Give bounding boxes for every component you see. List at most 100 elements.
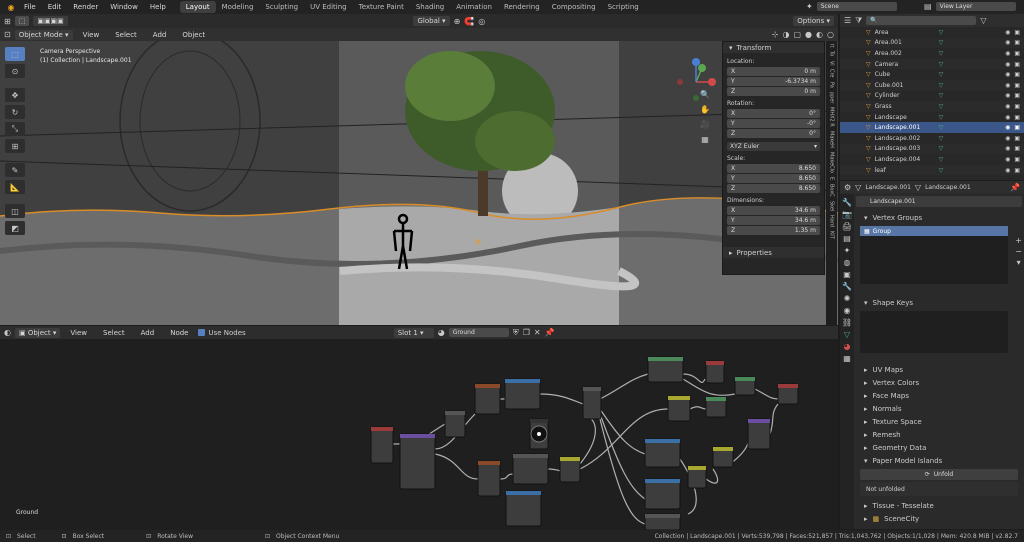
sidebar-tab[interactable]: Vi [828,60,836,67]
shader-node[interactable] [474,383,501,415]
properties-panel-header[interactable]: ▸ Properties [723,247,824,258]
physics-tab-icon[interactable]: ◉ [844,306,851,315]
visibility-eye-icon[interactable]: ◉ [1005,71,1010,78]
select-tool-icon[interactable]: ⬚ [14,16,30,26]
editor-type-3d-icon[interactable]: ⊡ [4,30,11,39]
outliner-item[interactable]: ▽ Landscape.002 ▽ ◉ ▣ [840,133,1024,144]
object-mode-dropdown[interactable]: Object Mode ▾ [14,29,73,40]
render-tab-icon[interactable]: 📷 [842,210,852,219]
modifier-tab-icon[interactable]: 🔧 [842,282,852,291]
node-menu-select[interactable]: Select [97,329,131,337]
shader-type-dropdown[interactable]: ▣ Object ▾ [14,327,61,338]
section-remesh[interactable]: ▸ Remesh [856,428,1022,441]
sidebar-tab[interactable]: It [828,43,836,48]
visibility-eye-icon[interactable]: ◉ [1005,61,1010,68]
tab-compositing[interactable]: Compositing [546,1,602,13]
scale-tool-icon[interactable]: ⤡ [5,122,25,136]
section-face-maps[interactable]: ▸ Face Maps [856,389,1022,402]
scene-selector[interactable]: ✦ Scene [806,2,897,11]
menu-file[interactable]: File [18,3,42,11]
world-tab-icon[interactable]: ◍ [844,258,851,267]
use-nodes-checkbox[interactable] [198,329,206,336]
blender-logo-icon[interactable]: ◉ [4,3,18,12]
unlink-material-icon[interactable]: ✕ [534,328,541,337]
view-layer-field[interactable]: View Layer [935,2,1016,11]
tab-texture-paint[interactable]: Texture Paint [353,1,410,13]
outliner-search-input[interactable]: 🔍 [866,16,977,25]
outliner-editor-icon[interactable]: ☰ [844,16,851,25]
outliner-item[interactable]: ▽ leaf ▽ ◉ ▣ [840,164,1024,176]
rotation-y-field[interactable]: Y -0° [727,119,820,128]
shader-node[interactable] [644,478,681,510]
visibility-eye-icon[interactable]: ◉ [1005,39,1010,46]
duplicate-material-icon[interactable]: ❐ [523,328,530,337]
proportional-edit-icon[interactable]: ◎ [478,17,485,26]
tool-tab-icon[interactable]: 🔧 [842,198,852,207]
scale-z-field[interactable]: Z 8.650 [727,184,820,193]
node-menu-add[interactable]: Add [135,329,161,337]
section-normals[interactable]: ▸ Normals [856,402,1022,415]
camera-view-icon[interactable]: 🎥 [700,120,710,129]
visibility-eye-icon[interactable]: ◉ [1005,103,1010,110]
visibility-eye-icon[interactable]: ◉ [1005,50,1010,57]
render-camera-icon[interactable]: ▣ [1014,135,1024,142]
measure-tool-icon[interactable]: 📐 [5,180,25,194]
select-box-tool-icon[interactable]: ⬚ [5,47,25,61]
particles-tab-icon[interactable]: ✺ [844,294,851,303]
pin-icon[interactable]: 📌 [545,328,555,337]
section-vertex-colors[interactable]: ▸ Vertex Colors [856,376,1022,389]
sidebar-tab[interactable]: KIT [828,230,836,240]
viewport-menu-object[interactable]: Object [176,31,211,39]
annotate-tool-icon[interactable]: ✎ [5,163,25,177]
location-y-field[interactable]: Y -6.3734 m [727,77,820,86]
tab-modeling[interactable]: Modeling [216,1,260,13]
material-name-field[interactable]: Ground [448,328,509,337]
shader-node[interactable] [477,460,501,497]
scale-x-field[interactable]: X 8.650 [727,164,820,173]
dimensions-z-field[interactable]: Z 1.35 m [727,226,820,235]
snap-icon[interactable]: 🧲 [464,17,474,26]
pin-icon[interactable]: 📌 [1010,183,1020,192]
render-camera-icon[interactable]: ▣ [1014,124,1024,131]
sidebar-tab[interactable]: MakeClo [828,151,836,174]
editor-type-icon[interactable]: ⊞ [4,17,11,26]
shading-solid-icon[interactable]: ● [805,30,812,39]
use-nodes-toggle[interactable]: Use Nodes [198,329,246,337]
location-z-field[interactable]: Z 0 m [727,87,820,96]
outliner-item[interactable]: ▽ Area ▽ ◉ ▣ [840,27,1024,38]
shader-node[interactable] [370,426,394,464]
sidebar-tab[interactable]: BoxC [828,183,836,198]
shape-keys-header[interactable]: ▾ Shape Keys [856,296,1022,309]
render-camera-icon[interactable]: ▣ [1014,61,1024,68]
menu-window[interactable]: Window [104,3,144,11]
render-camera-icon[interactable]: ▣ [1014,39,1024,46]
sidebar-tab[interactable]: Pa [828,81,836,89]
vertex-groups-header[interactable]: ▾ Vertex Groups [856,211,1022,224]
outliner-item[interactable]: ▽ Landscape.003 ▽ ◉ ▣ [840,143,1024,155]
sidebar-tab[interactable]: To [828,50,836,57]
dimensions-y-field[interactable]: Y 34.6 m [727,216,820,225]
tab-rendering[interactable]: Rendering [498,1,546,13]
rotation-x-field[interactable]: X 0° [727,109,820,118]
unfold-button[interactable]: ⟳ Unfold [860,469,1018,480]
options-dropdown[interactable]: Options ▾ [793,16,834,26]
rotation-mode-dropdown[interactable]: XYZ Euler ▾ [727,142,820,151]
sidebar-tab[interactable]: MHX2 R [828,106,836,128]
output-tab-icon[interactable]: 🖨 [842,222,852,231]
sidebar-tab[interactable]: E [828,176,836,181]
visibility-eye-icon[interactable]: ◉ [1005,167,1010,174]
menu-help[interactable]: Help [144,3,172,11]
tab-scripting[interactable]: Scripting [602,1,645,13]
node-editor[interactable]: ◐ ▣ Object ▾ View Select Add Node Use No… [0,326,838,530]
outliner-item[interactable]: ▽ Grass ▽ ◉ ▣ [840,101,1024,112]
render-camera-icon[interactable]: ▣ [1014,92,1024,99]
fake-user-icon[interactable]: ⛨ [513,328,519,338]
sidebar-tab[interactable]: Hard [828,214,836,228]
add-vertex-group-button[interactable]: + [1015,236,1022,245]
scenecity-header[interactable]: ▸ ▦ SceneCity [856,512,1022,525]
filter-icon[interactable]: ⧩ [855,16,862,26]
outliner-item[interactable]: ▽ Area.002 ▽ ◉ ▣ [840,48,1024,59]
outliner-item[interactable]: ▽ Area.001 ▽ ◉ ▣ [840,37,1024,49]
paper-model-header[interactable]: ▾ Paper Model Islands [856,454,1022,467]
overlay-toggle-icon[interactable]: ◑ [783,30,790,39]
